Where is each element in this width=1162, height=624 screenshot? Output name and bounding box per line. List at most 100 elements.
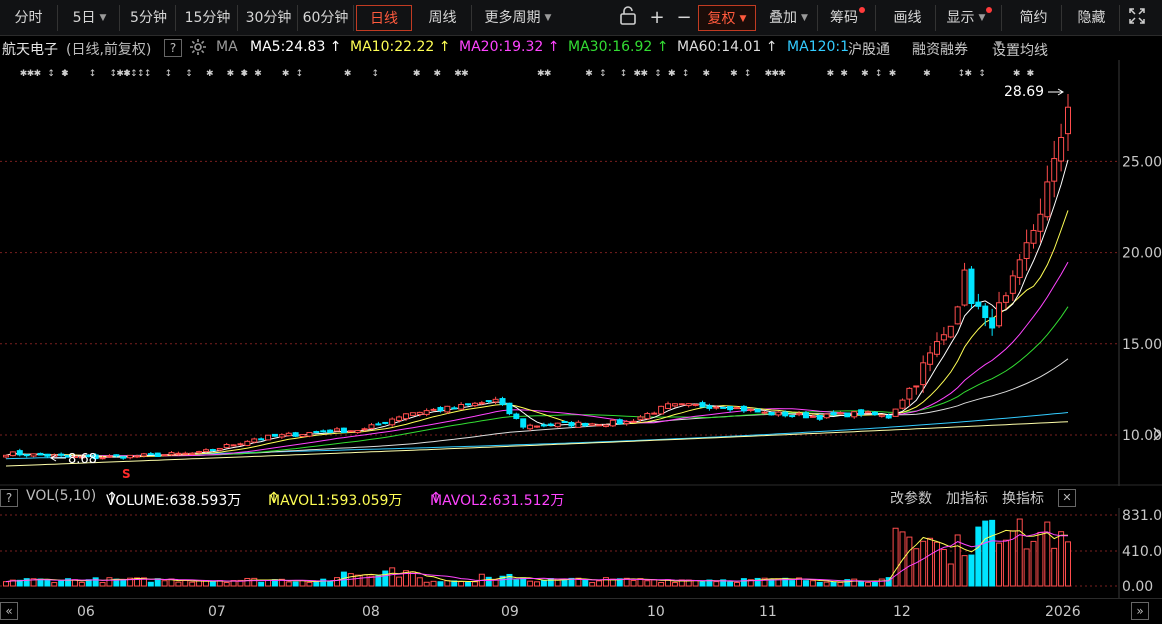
volume-bar[interactable] bbox=[975, 526, 982, 587]
candle[interactable] bbox=[816, 414, 823, 421]
candle[interactable] bbox=[954, 305, 961, 325]
candle[interactable] bbox=[382, 421, 389, 425]
event-marker[interactable]: ✱ bbox=[703, 69, 711, 79]
candle[interactable] bbox=[858, 408, 865, 418]
volume-bar[interactable] bbox=[106, 577, 113, 587]
volume-bar[interactable] bbox=[644, 580, 651, 587]
event-marker[interactable]: ✱ bbox=[434, 69, 442, 79]
candle[interactable] bbox=[975, 293, 982, 310]
candle[interactable] bbox=[285, 431, 292, 437]
volume-bar[interactable] bbox=[996, 542, 1003, 587]
candle[interactable] bbox=[665, 401, 672, 409]
candle[interactable] bbox=[223, 442, 230, 449]
volume-bar[interactable] bbox=[196, 580, 203, 587]
volume-bar[interactable] bbox=[837, 581, 844, 587]
candle[interactable] bbox=[809, 414, 816, 418]
help-button[interactable]: ? bbox=[164, 39, 182, 57]
candle[interactable] bbox=[271, 433, 278, 437]
candle[interactable] bbox=[3, 454, 9, 459]
volume-bar[interactable] bbox=[423, 581, 430, 587]
candle[interactable] bbox=[182, 451, 189, 455]
candle[interactable] bbox=[775, 411, 782, 417]
candle[interactable] bbox=[692, 403, 699, 407]
volume-bar[interactable] bbox=[809, 580, 816, 587]
volume-bar[interactable] bbox=[416, 577, 423, 587]
candle[interactable] bbox=[154, 452, 161, 457]
candle[interactable] bbox=[837, 411, 844, 415]
volume-bar[interactable] bbox=[430, 580, 437, 587]
sell-signal-marker[interactable]: S bbox=[122, 467, 131, 481]
volume-bar[interactable] bbox=[44, 578, 51, 587]
candle[interactable] bbox=[37, 452, 44, 456]
scroll-right-icon[interactable]: » bbox=[1131, 602, 1149, 620]
event-marker[interactable]: ✱ bbox=[585, 69, 593, 79]
event-marker[interactable]: ✱ bbox=[34, 69, 42, 79]
volume-bar[interactable] bbox=[906, 536, 913, 587]
candle[interactable] bbox=[320, 429, 327, 433]
candle[interactable] bbox=[175, 451, 182, 456]
volume-bar[interactable] bbox=[1023, 548, 1030, 587]
volume-bar[interactable] bbox=[1051, 547, 1058, 587]
volume-bar[interactable] bbox=[947, 563, 954, 587]
candle[interactable] bbox=[244, 440, 251, 447]
candle[interactable] bbox=[202, 448, 209, 453]
candle[interactable] bbox=[913, 385, 920, 395]
period-30min[interactable]: 30分钟 bbox=[240, 5, 298, 31]
event-marker[interactable]: ↕ bbox=[89, 69, 97, 79]
display-button[interactable]: 显示 ▼ bbox=[938, 5, 1002, 31]
event-marker[interactable]: ✱ bbox=[827, 69, 835, 79]
candle[interactable] bbox=[534, 425, 540, 428]
draw-button[interactable]: 画线 bbox=[880, 5, 936, 31]
candle[interactable] bbox=[1065, 93, 1071, 151]
candle[interactable] bbox=[16, 448, 23, 457]
volume-bar[interactable] bbox=[3, 581, 9, 587]
volume-bar[interactable] bbox=[223, 582, 230, 587]
fullscreen-icon[interactable] bbox=[1124, 5, 1150, 31]
volume-bar[interactable] bbox=[492, 579, 499, 587]
candle[interactable] bbox=[996, 291, 1003, 328]
event-marker[interactable]: ✱ bbox=[206, 69, 214, 79]
volume-bar[interactable] bbox=[658, 582, 665, 587]
volume-bar[interactable] bbox=[120, 579, 127, 587]
volume-bar[interactable] bbox=[244, 577, 251, 587]
candle[interactable] bbox=[727, 406, 734, 413]
event-marker[interactable]: ↕ bbox=[185, 69, 193, 79]
event-marker[interactable]: ✱ bbox=[640, 69, 648, 79]
volume-bar[interactable] bbox=[940, 549, 947, 587]
hgt-link[interactable]: 沪股通 bbox=[848, 39, 890, 59]
candle[interactable] bbox=[933, 332, 940, 358]
volume-bar[interactable] bbox=[437, 581, 444, 587]
volume-bar[interactable] bbox=[251, 577, 258, 587]
simple-button[interactable]: 简约 bbox=[1006, 5, 1062, 31]
volume-bar[interactable] bbox=[802, 580, 809, 587]
volume-bar[interactable] bbox=[354, 574, 361, 587]
candle[interactable] bbox=[430, 408, 437, 411]
candle[interactable] bbox=[844, 412, 851, 418]
candle[interactable] bbox=[1051, 140, 1058, 198]
volume-bar[interactable] bbox=[182, 579, 189, 587]
volume-bar[interactable] bbox=[830, 581, 837, 587]
candle[interactable] bbox=[58, 452, 65, 457]
candle[interactable] bbox=[147, 451, 154, 456]
candle[interactable] bbox=[609, 418, 616, 428]
volume-bar[interactable] bbox=[671, 582, 678, 587]
candle[interactable] bbox=[9, 451, 16, 457]
candle[interactable] bbox=[1002, 292, 1009, 310]
volume-bar[interactable] bbox=[382, 570, 389, 587]
candle[interactable] bbox=[161, 454, 168, 457]
hide-button[interactable]: 隐藏 bbox=[1064, 5, 1120, 31]
event-marker[interactable]: ✱ bbox=[730, 69, 738, 79]
event-marker[interactable]: ✱ bbox=[840, 69, 848, 79]
candle[interactable] bbox=[389, 417, 396, 427]
volume-chart[interactable]: 831.00 410.00 0.00 bbox=[0, 508, 1162, 598]
event-marker[interactable]: ↕ bbox=[61, 69, 69, 79]
volume-bar[interactable] bbox=[1058, 531, 1065, 587]
volume-bar[interactable] bbox=[540, 580, 547, 587]
volume-bar[interactable] bbox=[713, 581, 720, 587]
event-marker[interactable]: ↕ bbox=[599, 69, 607, 79]
price-chart[interactable]: 25.0020.0015.0010.00↕✱↕ ↕↕✱ ↕✱ ↕✱✱ ✱↕ ✱✱ ✱✱↕ ↕↕… bbox=[0, 60, 1162, 486]
volume-bar[interactable] bbox=[189, 581, 196, 587]
candle[interactable] bbox=[878, 414, 885, 418]
candle[interactable] bbox=[44, 453, 51, 458]
volume-bar[interactable] bbox=[389, 567, 396, 587]
